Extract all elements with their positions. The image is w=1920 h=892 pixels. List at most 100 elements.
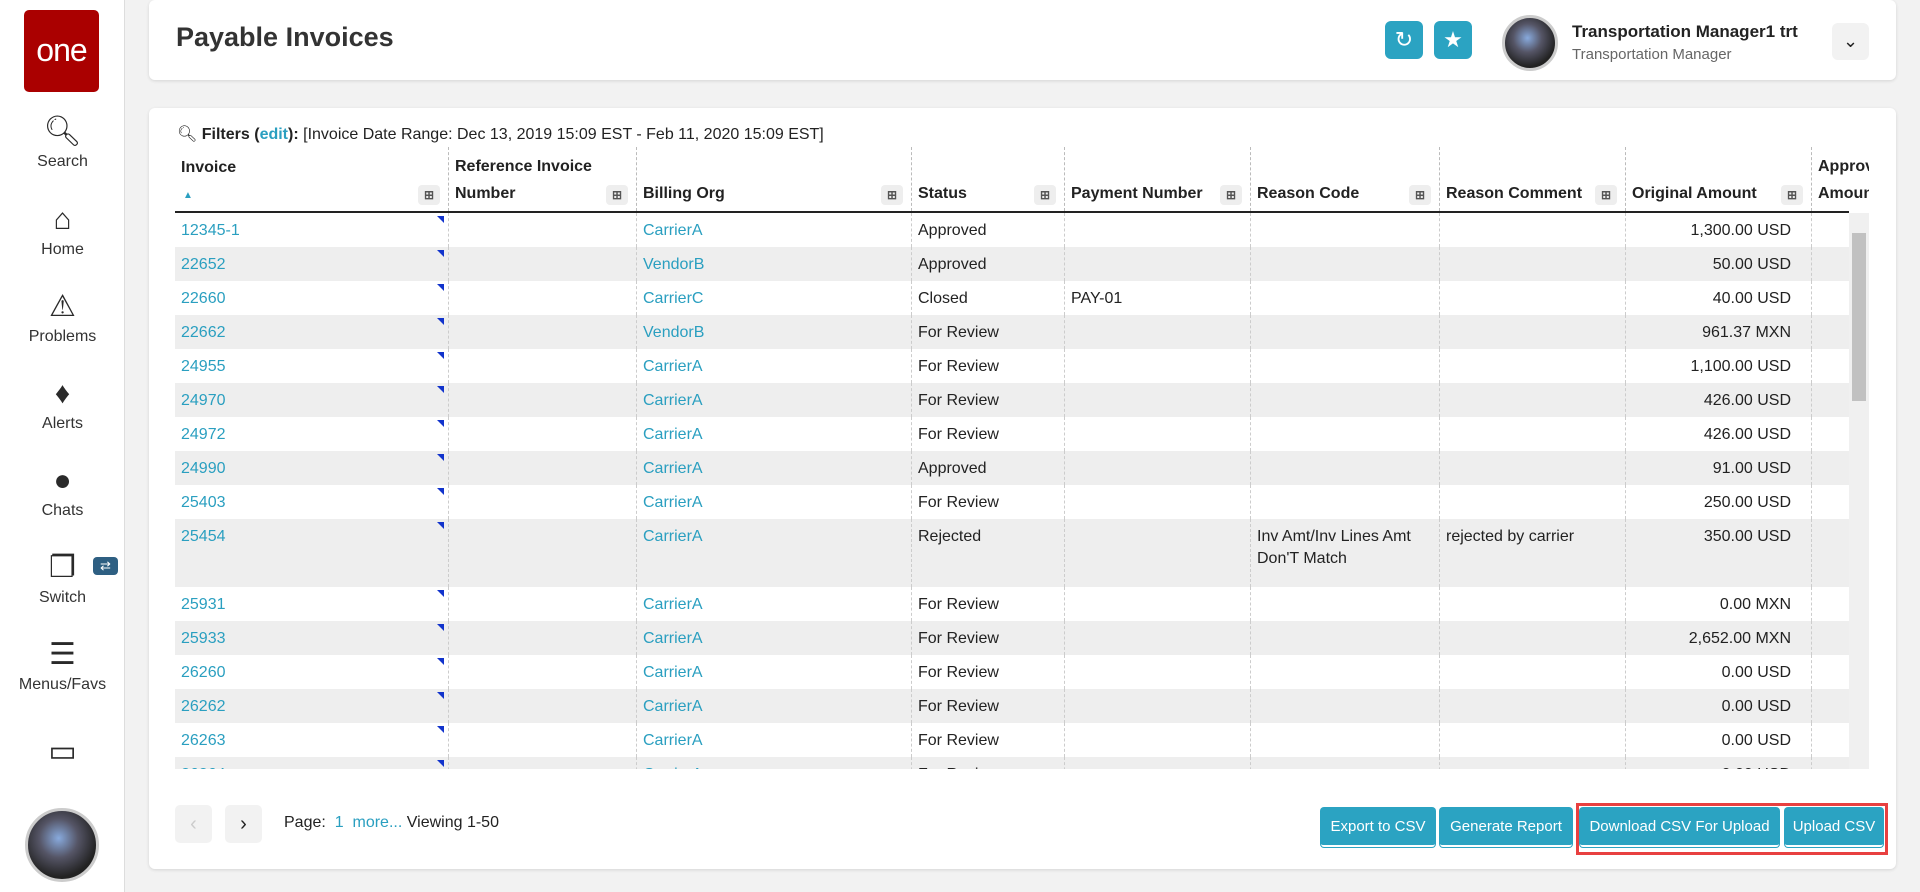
table-cell[interactable]: CarrierA	[637, 349, 912, 383]
table-row[interactable]: 22662 VendorB For Review 961.37 MXN	[175, 315, 1849, 349]
table-cell[interactable]: CarrierC	[637, 281, 912, 315]
vertical-scrollbar[interactable]	[1849, 213, 1869, 769]
table-cell[interactable]: VendorB	[637, 247, 912, 281]
table-cell[interactable]: 25403	[175, 485, 449, 519]
user-avatar[interactable]	[1502, 15, 1558, 71]
table-row[interactable]: 24990 CarrierA Approved 91.00 USD	[175, 451, 1849, 485]
vertical-scroll-thumb[interactable]	[1852, 233, 1866, 401]
refresh-button[interactable]: ↻	[1385, 21, 1423, 59]
switch-arrows-icon[interactable]: ⇄	[93, 557, 118, 575]
table-row[interactable]: 26262 CarrierA For Review 0.00 USD	[175, 689, 1849, 723]
table-cell[interactable]: 25933	[175, 621, 449, 655]
table-row[interactable]: 25933 CarrierA For Review 2,652.00 MXN	[175, 621, 1849, 655]
table-row[interactable]: 26264 CarrierAFor Review 0.00 USD	[175, 757, 1849, 769]
table-cell[interactable]: CarrierA	[637, 519, 912, 587]
viewing-range: Viewing 1-50	[406, 814, 499, 831]
table-cell[interactable]: CarrierA	[637, 723, 912, 757]
column-header[interactable]: Reference Invoice Number ⊞	[449, 147, 637, 211]
table-row[interactable]: 25454 CarrierA Rejected Inv Amt/Inv Lines A…	[175, 519, 1849, 587]
column-header[interactable]: Reason Comment ⊞	[1440, 147, 1626, 211]
filters-edit-link[interactable]: edit	[260, 126, 288, 143]
table-row[interactable]: 26260 CarrierA For Review 0.00 USD	[175, 655, 1849, 689]
table-row[interactable]: 26263 CarrierA For Review 0.00 USD	[175, 723, 1849, 757]
column-menu-icon[interactable]: ⊞	[881, 185, 903, 205]
sidebar-item-problems[interactable]: ⚠ Problems	[0, 290, 125, 346]
table-row[interactable]: 25403 CarrierA For Review 250.00 USD	[175, 485, 1849, 519]
table-cell	[449, 281, 637, 315]
table-cell[interactable]: 26262	[175, 689, 449, 723]
one-logo[interactable]: one	[24, 10, 99, 92]
table-row[interactable]: 25931 CarrierA For Review 0.00 MXN	[175, 587, 1849, 621]
table-cell[interactable]: CarrierA	[637, 213, 912, 247]
column-menu-icon[interactable]: ⊞	[606, 185, 628, 205]
sidebar-item-search[interactable]: 🔍︎ Search	[0, 115, 125, 171]
table-cell: 426.00 USD	[1626, 417, 1812, 451]
table-cell[interactable]: 24990	[175, 451, 449, 485]
favorite-button[interactable]: ★	[1434, 21, 1472, 59]
column-menu-icon[interactable]: ⊞	[1409, 185, 1431, 205]
column-header[interactable]: Status ⊞	[912, 147, 1065, 211]
column-header[interactable]: Reason Code ⊞	[1251, 147, 1440, 211]
table-cell[interactable]: CarrierA	[637, 587, 912, 621]
column-header[interactable]: Approved Amount	[1812, 147, 1869, 211]
table-cell[interactable]: 26260	[175, 655, 449, 689]
table-cell[interactable]: CarrierA	[637, 689, 912, 723]
page-number-link[interactable]: 1	[335, 814, 344, 831]
table-cell[interactable]: CarrierA	[637, 417, 912, 451]
table-cell[interactable]: CarrierA	[637, 757, 912, 769]
column-header[interactable]: Invoice ▲ ⊞	[175, 147, 449, 211]
user-menu-button[interactable]: ⌄	[1832, 23, 1869, 60]
table-row[interactable]: 24955 CarrierA For Review 1,100.00 USD	[175, 349, 1849, 383]
column-header-label: Invoice	[181, 159, 237, 176]
column-header[interactable]: Payment Number ⊞	[1065, 147, 1251, 211]
sidebar-item-alerts[interactable]: ♦ Alerts	[0, 377, 125, 433]
table-row[interactable]: 22660 CarrierC Closed PAY-01 40.00 USD	[175, 281, 1849, 315]
table-row[interactable]: 24970 CarrierA For Review 426.00 USD	[175, 383, 1849, 417]
table-cell: Approved	[912, 247, 1065, 281]
sidebar-item-display[interactable]: ▭	[0, 735, 125, 773]
table-cell[interactable]: 26263	[175, 723, 449, 757]
table-cell[interactable]: 12345-1	[175, 213, 449, 247]
prev-page-button[interactable]: ‹	[175, 805, 212, 843]
more-pages-link[interactable]: more...	[353, 814, 403, 831]
table-cell	[1440, 315, 1626, 349]
table-cell[interactable]: CarrierA	[637, 485, 912, 519]
table-cell[interactable]: CarrierA	[637, 655, 912, 689]
sidebar-item-home[interactable]: ⌂ Home	[0, 203, 125, 259]
column-header[interactable]: Original Amount ⊞	[1626, 147, 1812, 211]
table-cell[interactable]: 26264	[175, 757, 449, 769]
column-menu-icon[interactable]: ⊞	[1781, 185, 1803, 205]
table-cell[interactable]: 22660	[175, 281, 449, 315]
table-cell[interactable]: CarrierA	[637, 383, 912, 417]
column-header[interactable]: Billing Org ⊞	[637, 147, 912, 211]
bell-icon: ♦	[54, 377, 71, 410]
column-menu-icon[interactable]: ⊞	[1034, 185, 1056, 205]
table-cell[interactable]: 25454	[175, 519, 449, 587]
table-cell[interactable]: 22652	[175, 247, 449, 281]
sidebar-avatar[interactable]	[25, 808, 99, 882]
column-menu-icon[interactable]: ⊞	[1220, 185, 1242, 205]
table-cell	[449, 485, 637, 519]
table-cell[interactable]: 24955	[175, 349, 449, 383]
export-csv-button[interactable]: Export to CSV	[1321, 808, 1435, 847]
table-cell[interactable]: 22662	[175, 315, 449, 349]
table-cell[interactable]: 24972	[175, 417, 449, 451]
next-page-button[interactable]: ›	[225, 805, 262, 843]
table-row[interactable]: 12345-1 CarrierA Approved 1,300.00 USD	[175, 213, 1849, 247]
table-cell: For Review	[912, 689, 1065, 723]
table-cell[interactable]: CarrierA	[637, 621, 912, 655]
table-cell[interactable]: 24970	[175, 383, 449, 417]
generate-report-button[interactable]: Generate Report	[1440, 808, 1572, 847]
column-menu-icon[interactable]: ⊞	[418, 185, 440, 205]
table-row[interactable]: 22652 VendorB Approved 50.00 USD	[175, 247, 1849, 281]
sort-asc-icon[interactable]: ▲	[183, 190, 193, 201]
table-cell	[1440, 349, 1626, 383]
table-cell[interactable]: CarrierA	[637, 451, 912, 485]
table-cell[interactable]: 25931	[175, 587, 449, 621]
sidebar-item-menus[interactable]: ☰ Menus/Favs	[0, 638, 125, 694]
table-row[interactable]: 24972 CarrierA For Review 426.00 USD	[175, 417, 1849, 451]
column-menu-icon[interactable]: ⊞	[1595, 185, 1617, 205]
table-cell[interactable]: VendorB	[637, 315, 912, 349]
sidebar-item-chats[interactable]: ● Chats	[0, 464, 125, 520]
table-cell: 961.37 MXN	[1626, 315, 1812, 349]
